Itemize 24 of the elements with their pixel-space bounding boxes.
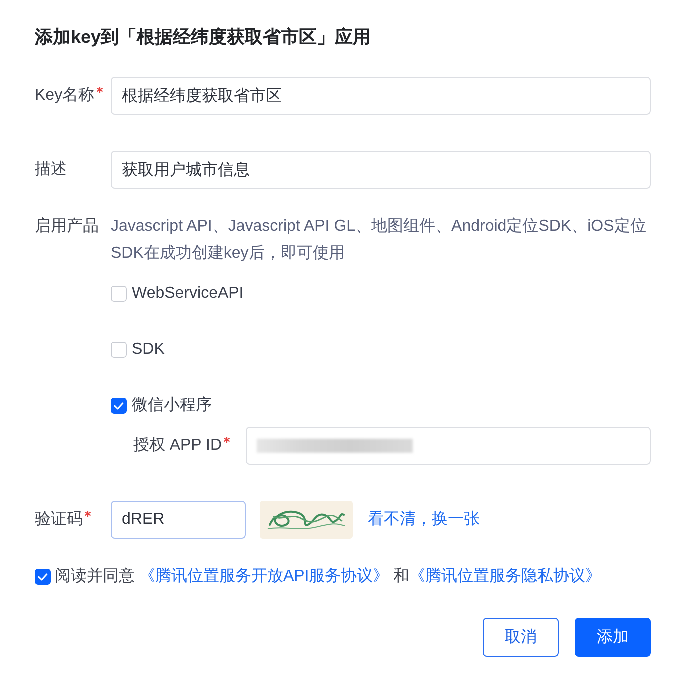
cancel-button[interactable]: 取消 <box>483 618 559 657</box>
option-label: 微信小程序 <box>132 396 212 416</box>
option-label: SDK <box>132 340 165 360</box>
field-label: 启用产品 <box>35 217 99 237</box>
refresh-captcha-link[interactable]: 看不清，换一张 <box>368 510 480 530</box>
field-label: 验证码 <box>35 510 83 530</box>
checkbox[interactable] <box>111 342 127 358</box>
option-label: WebServiceAPI <box>132 284 244 304</box>
agreement-link[interactable]: 《腾讯位置服务隐私协议》 <box>410 568 602 585</box>
field-label: Key名称 <box>35 86 95 106</box>
add-button[interactable]: 添加 <box>575 618 651 657</box>
field-label: 描述 <box>35 160 67 180</box>
agreement-text: 阅读并同意 《腾讯位置服务开放API服务协议》 和《腾讯位置服务隐私协议》 <box>55 567 602 587</box>
checkbox[interactable] <box>111 398 127 414</box>
captcha-input[interactable]: dRER <box>111 501 246 539</box>
field-label: 授权 APP ID <box>133 436 222 456</box>
agreement-link[interactable]: 《腾讯位置服务开放API服务协议》 <box>139 568 390 585</box>
checkbox[interactable] <box>35 569 51 585</box>
app-id-input[interactable] <box>246 427 651 465</box>
products-note: Javascript API、Javascript API GL、地图组件、Android定位SDK、iOS定位SDK在成功创建key后，即可使用 <box>111 216 648 264</box>
checkbox[interactable] <box>111 286 127 302</box>
text-input[interactable]: 获取用户城市信息 <box>111 151 651 189</box>
text-input[interactable]: 根据经纬度获取省市区 <box>111 77 651 115</box>
dialog-title: 添加key到「根据经纬度获取省市区」应用 <box>35 26 372 48</box>
